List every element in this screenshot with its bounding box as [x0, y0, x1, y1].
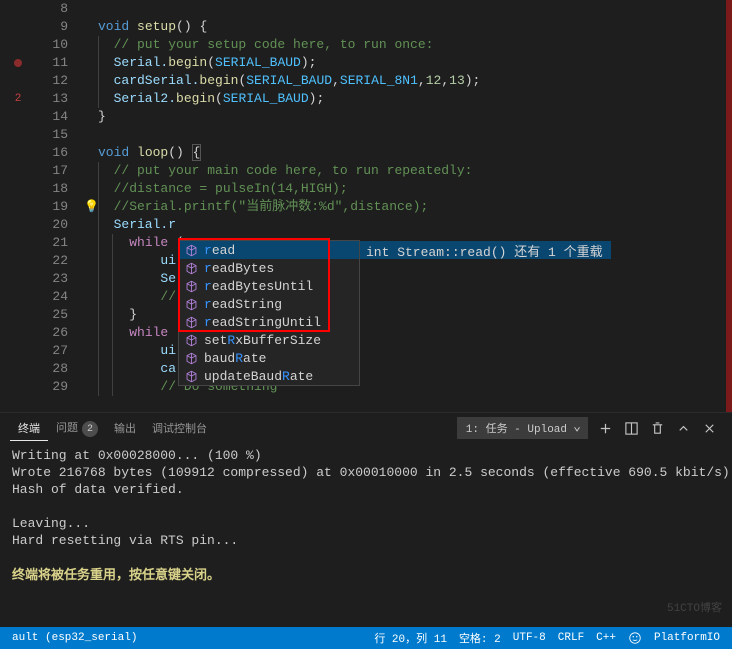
method-icon: [183, 368, 199, 384]
tab-debug-console[interactable]: 调试控制台: [144, 416, 215, 440]
status-feedback-icon[interactable]: [622, 627, 648, 649]
breakpoint-icon[interactable]: [14, 59, 22, 67]
status-project[interactable]: ault (esp32_serial): [6, 627, 143, 649]
suggest-item[interactable]: readString: [179, 295, 359, 313]
trash-icon[interactable]: [644, 415, 670, 441]
status-eol[interactable]: CRLF: [552, 627, 590, 649]
suggest-item[interactable]: updateBaudRate: [179, 367, 359, 385]
suggest-item[interactable]: readStringUntil: [179, 313, 359, 331]
suggest-label: baudRate: [204, 351, 266, 366]
suggest-item[interactable]: read: [179, 241, 359, 259]
breakpoint-count: 2: [15, 93, 22, 105]
statusbar: ault (esp32_serial) 行 20，列 11 空格: 2 UTF-…: [0, 627, 732, 649]
linenumber-gutter: 8910111213141516171819202122232425262728…: [36, 0, 82, 412]
suggest-label: readBytesUntil: [204, 279, 313, 294]
panel-tabs: 终端 问题2 输出 调试控制台 1: 任务 - Upload: [0, 413, 732, 443]
method-icon: [183, 278, 199, 294]
panel: 终端 问题2 输出 调试控制台 1: 任务 - Upload Writing a…: [0, 412, 732, 627]
suggest-item[interactable]: setRxBufferSize: [179, 331, 359, 349]
suggest-label: readStringUntil: [204, 315, 321, 330]
terminal-close-hint: 终端将被任务重用，按任意键关闭。: [12, 567, 720, 584]
method-icon: [183, 314, 199, 330]
autocomplete-popup[interactable]: read readBytes readBytesUntil readString rea…: [178, 240, 360, 386]
status-indent[interactable]: 空格: 2: [453, 627, 507, 649]
suggest-label: readString: [204, 297, 282, 312]
tab-terminal[interactable]: 终端: [10, 416, 48, 441]
breakpoint-gutter[interactable]: 2: [0, 0, 36, 412]
method-icon: [183, 242, 199, 258]
method-icon: [183, 350, 199, 366]
suggest-item[interactable]: readBytesUntil: [179, 277, 359, 295]
tab-output[interactable]: 输出: [106, 416, 144, 440]
method-icon: [183, 296, 199, 312]
terminal-body[interactable]: Writing at 0x00028000... (100 %) Wrote 2…: [0, 443, 732, 627]
status-platformio[interactable]: PlatformIO: [648, 627, 726, 649]
suggest-item[interactable]: baudRate: [179, 349, 359, 367]
close-panel-icon[interactable]: [696, 415, 722, 441]
status-encoding[interactable]: UTF-8: [507, 627, 552, 649]
suggest-label: read: [204, 243, 235, 258]
lightbulb-icon[interactable]: 💡: [84, 198, 99, 216]
terminal-select[interactable]: 1: 任务 - Upload: [457, 417, 588, 439]
tab-problems[interactable]: 问题2: [48, 415, 106, 442]
new-terminal-icon[interactable]: [592, 415, 618, 441]
problems-badge: 2: [82, 421, 98, 437]
suggest-label: setRxBufferSize: [204, 333, 321, 348]
suggest-item[interactable]: readBytes: [179, 259, 359, 277]
editor: 2 89101112131415161718192021222324252627…: [0, 0, 732, 412]
split-terminal-icon[interactable]: [618, 415, 644, 441]
method-icon: [183, 332, 199, 348]
status-language[interactable]: C++: [590, 627, 622, 649]
method-icon: [183, 260, 199, 276]
maximize-panel-icon[interactable]: [670, 415, 696, 441]
watermark: 51CTO博客: [667, 599, 722, 615]
status-line-col[interactable]: 行 20，列 11: [368, 627, 453, 649]
suggest-label: updateBaudRate: [204, 369, 313, 384]
autocomplete-documentation: int Stream::read() 还有 1 个重载: [358, 241, 611, 259]
suggest-label: readBytes: [204, 261, 274, 276]
